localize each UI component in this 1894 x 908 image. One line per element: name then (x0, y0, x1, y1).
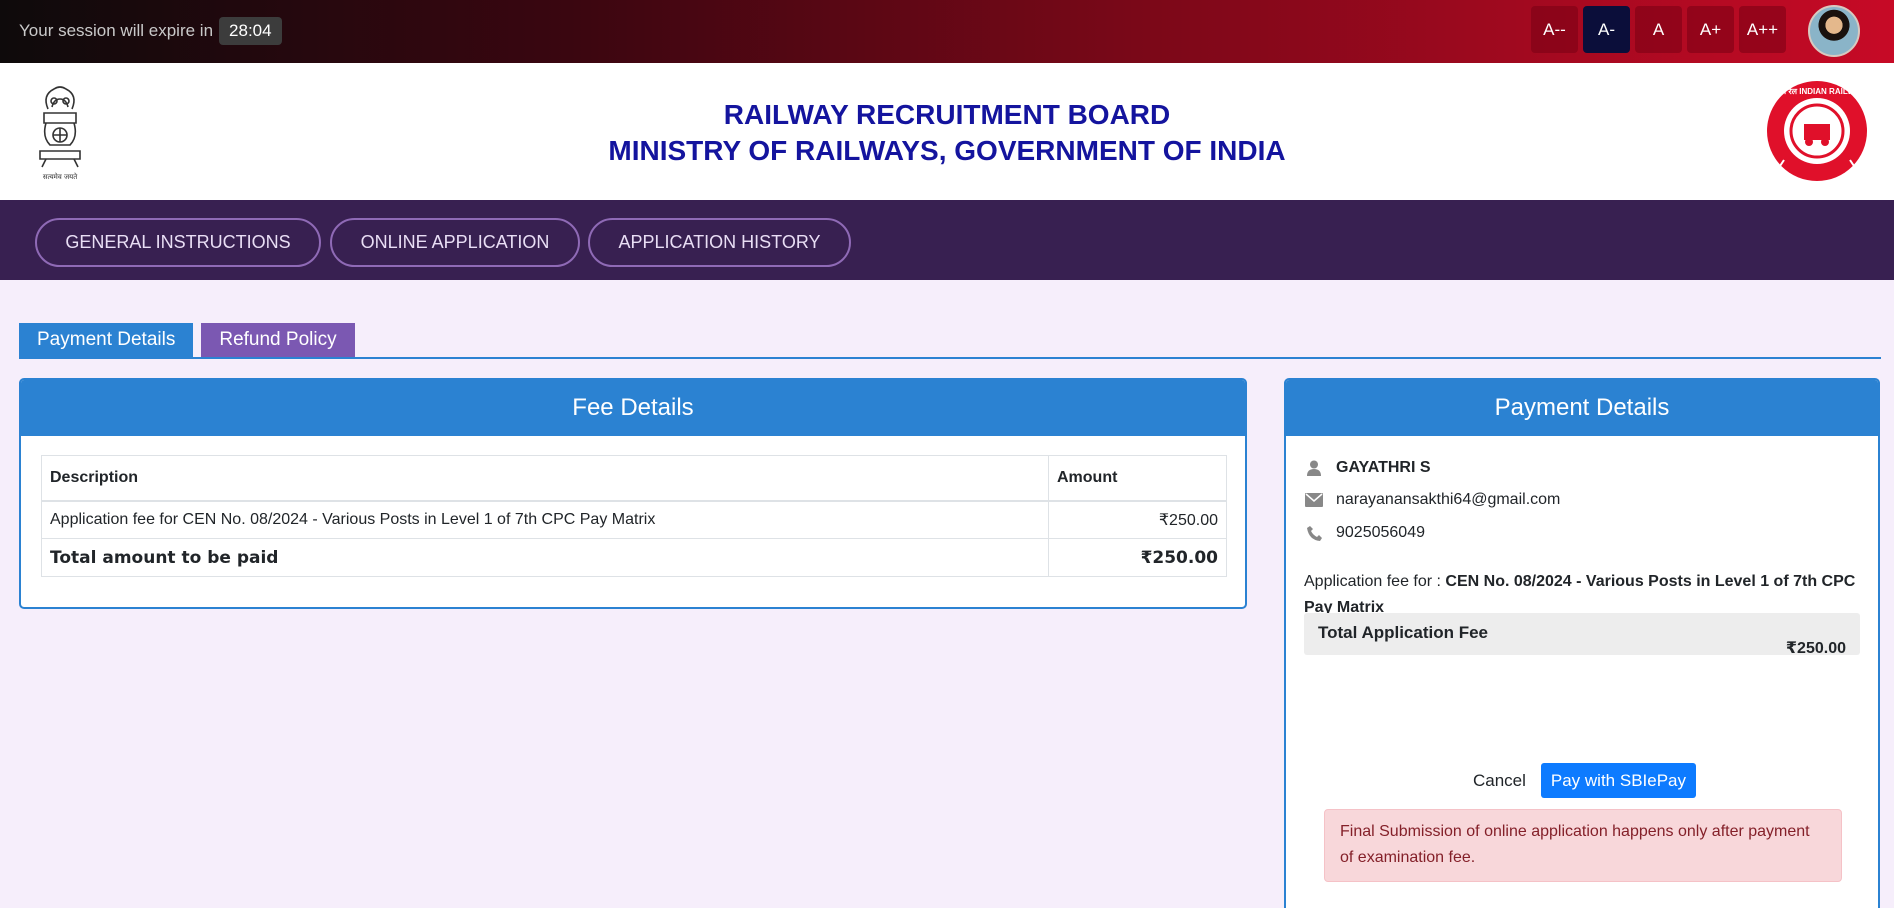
payment-notice-alert: Final Submission of online application h… (1324, 809, 1842, 882)
fee-amount: ₹250.00 (1048, 500, 1227, 539)
session-label: Your session will expire in (19, 21, 214, 40)
nav-general-instructions[interactable]: GENERAL INSTRUCTIONS (35, 218, 321, 267)
total-label: Total amount to be paid (41, 538, 1049, 577)
total-amount: ₹250.00 (1048, 538, 1227, 577)
applicant-email: narayanansakthi64@gmail.com (1336, 491, 1561, 508)
session-info: Your session will expire in 28:04 (19, 17, 282, 45)
avatar[interactable] (1808, 5, 1860, 57)
page-title: RAILWAY RECRUITMENT BOARD (723, 99, 1171, 130)
fee-description: Application fee for CEN No. 08/2024 - Va… (41, 500, 1049, 539)
table-row: Application fee for CEN No. 08/2024 - Va… (41, 500, 1227, 539)
user-icon (1304, 458, 1324, 478)
nav-application-history[interactable]: APPLICATION HISTORY (588, 218, 851, 267)
col-description: Description (41, 455, 1049, 502)
main-nav: GENERAL INSTRUCTIONS ONLINE APPLICATION … (0, 200, 1894, 280)
font-size-controls: A-- A- A A+ A++ (1531, 6, 1786, 53)
envelope-icon (1304, 490, 1324, 510)
payment-details-title: Payment Details (1286, 380, 1878, 436)
font-increase-1-button[interactable]: A+ (1687, 6, 1734, 53)
total-fee-box: Total Application Fee ₹250.00 (1304, 613, 1860, 657)
tab-underline (19, 357, 1881, 359)
emblem-caption: सत्यमेव जयते (43, 172, 78, 181)
fee-for-label: Application fee for : (1304, 573, 1441, 590)
total-fee-value: ₹250.00 (1785, 640, 1846, 657)
fee-table: Description Amount Application fee for C… (41, 455, 1227, 577)
page-subtitle: MINISTRY OF RAILWAYS, GOVERNMENT OF INDI… (608, 135, 1286, 166)
col-amount: Amount (1048, 455, 1227, 502)
font-normal-button[interactable]: A (1635, 6, 1682, 53)
table-header-row: Description Amount (41, 455, 1227, 502)
total-fee-label: Total Application Fee (1318, 623, 1489, 642)
nav-online-application[interactable]: ONLINE APPLICATION (330, 218, 580, 267)
total-row: Total amount to be paid ₹250.00 (41, 538, 1227, 577)
session-timer: 28:04 (219, 17, 282, 45)
applicant-name: GAYATHRI S (1336, 459, 1431, 476)
tab-refund-policy[interactable]: Refund Policy (201, 323, 355, 357)
fee-details-card: Fee Details Description Amount Applicati… (19, 378, 1247, 609)
national-emblem-logo: सत्यमेव जयते (39, 86, 81, 181)
font-decrease-2-button[interactable]: A-- (1531, 6, 1578, 53)
phone-icon (1304, 523, 1324, 543)
railways-logo-text: भारतीय रेल INDIAN RAILWAYS (1766, 86, 1868, 96)
pay-sbiepay-button[interactable]: Pay with SBIePay (1540, 763, 1697, 798)
indian-railways-logo: भारतीय रेल INDIAN RAILWAYS (1766, 81, 1868, 181)
font-increase-2-button[interactable]: A++ (1739, 6, 1786, 53)
fee-details-title: Fee Details (21, 380, 1245, 436)
session-bar: Your session will expire in 28:04 A-- A-… (0, 0, 1894, 63)
applicant-phone-row: 9025056049 (1304, 523, 1425, 543)
tab-bar: Payment Details Refund Policy (19, 323, 355, 357)
applicant-email-row: narayanansakthi64@gmail.com (1304, 490, 1560, 510)
payment-details-card: Payment Details GAYATHRI S narayanansakt… (1284, 378, 1880, 908)
font-decrease-1-button[interactable]: A- (1583, 6, 1630, 53)
cancel-button[interactable]: Cancel (1468, 771, 1531, 791)
applicant-phone: 9025056049 (1336, 524, 1425, 541)
payment-actions: Cancel Pay with SBIePay (1286, 763, 1878, 798)
tab-payment-details[interactable]: Payment Details (19, 323, 194, 357)
site-header: सत्यमेव जयते RAILWAY RECRUITMENT BOARD M… (0, 63, 1894, 200)
applicant-name-row: GAYATHRI S (1304, 458, 1431, 478)
